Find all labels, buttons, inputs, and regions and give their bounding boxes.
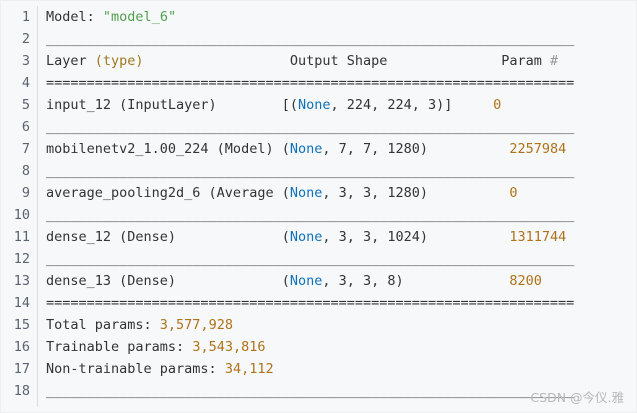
line-number: 3 bbox=[21, 53, 30, 69]
nontrainable-params-line: Non-trainable params: 34,112 bbox=[46, 358, 636, 380]
separator-line: ________________________________________… bbox=[46, 207, 575, 223]
trainable-params-line: Trainable params: 3,543,816 bbox=[46, 336, 636, 358]
line-number: 5 bbox=[21, 97, 30, 113]
table-row: input_12 (InputLayer) [(None, 224, 224, … bbox=[46, 94, 636, 116]
line-number: 4 bbox=[21, 75, 30, 91]
row-layer: dense_12 (Dense) bbox=[46, 229, 177, 245]
table-row: dense_12 (Dense) (None, 3, 3, 1024) 1311… bbox=[46, 226, 636, 248]
table-row: dense_13 (Dense) (None, 3, 3, 8) 8200 bbox=[46, 270, 636, 292]
row-shape-none: None bbox=[289, 185, 323, 201]
header-output-shape: Output Shape bbox=[289, 53, 388, 69]
row-shape-none: None bbox=[297, 97, 331, 113]
row-shape-none: None bbox=[289, 273, 323, 289]
header-line: Layer (type) Output Shape Param # bbox=[46, 50, 636, 72]
row-layer: average_pooling2d_6 (Average bbox=[46, 185, 274, 201]
row-shape-rest: , 224, 224, 3)] bbox=[330, 97, 453, 113]
line-number: 2 bbox=[21, 31, 30, 47]
line-number: 9 bbox=[21, 185, 30, 201]
row-shape-open: ( bbox=[281, 229, 290, 245]
header-type: (type) bbox=[94, 53, 144, 69]
row-shape-open: ( bbox=[281, 141, 290, 157]
row-shape-rest: , 3, 3, 8) bbox=[322, 273, 404, 289]
code-content: Model: "model_6" _______________________… bbox=[46, 6, 636, 402]
row-shape-open: ( bbox=[281, 185, 290, 201]
row-param: 0 bbox=[493, 97, 502, 113]
line-number-gutter: 1 2 3 4 5 6 7 8 9 10 11 12 13 14 15 16 1… bbox=[1, 6, 38, 407]
line-number: 1 bbox=[21, 9, 30, 25]
nontrainable-params-value: 34,112 bbox=[224, 361, 274, 377]
total-params-line: Total params: 3,577,928 bbox=[46, 314, 636, 336]
table-row: mobilenetv2_1.00_224 (Model) (None, 7, 7… bbox=[46, 138, 636, 160]
total-params-label: Total params: bbox=[46, 317, 160, 333]
line-number: 7 bbox=[21, 141, 30, 157]
row-shape-none: None bbox=[289, 229, 323, 245]
model-name: "model_6" bbox=[102, 9, 177, 25]
line-number: 14 bbox=[13, 295, 30, 311]
model-line: Model: "model_6" bbox=[46, 6, 636, 28]
total-params-value: 3,577,928 bbox=[159, 317, 233, 333]
line-number: 18 bbox=[13, 383, 30, 399]
line-number: 11 bbox=[13, 229, 30, 245]
row-shape-open: [( bbox=[281, 97, 298, 113]
separator-line: ________________________________________… bbox=[46, 31, 575, 47]
line-number: 15 bbox=[13, 317, 30, 333]
row-param: 2257984 bbox=[509, 141, 567, 157]
line-number: 16 bbox=[13, 339, 30, 355]
row-layer: input_12 (InputLayer) bbox=[46, 97, 217, 113]
line-number: 13 bbox=[13, 273, 30, 289]
separator-line: ________________________________________… bbox=[46, 163, 575, 179]
row-shape-rest: , 7, 7, 1280) bbox=[322, 141, 429, 157]
line-number: 8 bbox=[21, 163, 30, 179]
row-param: 0 bbox=[509, 185, 518, 201]
nontrainable-params-label: Non-trainable params: bbox=[46, 361, 225, 377]
code-block: 1 2 3 4 5 6 7 8 9 10 11 12 13 14 15 16 1… bbox=[0, 0, 637, 413]
table-row: average_pooling2d_6 (Average (None, 3, 3… bbox=[46, 182, 636, 204]
separator-line: ________________________________________… bbox=[46, 119, 575, 135]
separator-line-double: ========================================… bbox=[46, 295, 575, 311]
row-shape-rest: , 3, 3, 1024) bbox=[322, 229, 429, 245]
row-layer: mobilenetv2_1.00_224 (Model) bbox=[46, 141, 274, 157]
header-param: Param bbox=[501, 53, 542, 69]
header-hash: # bbox=[550, 53, 559, 69]
line-number: 12 bbox=[13, 251, 30, 267]
line-number: 17 bbox=[13, 361, 30, 377]
model-label: Model: bbox=[46, 9, 95, 25]
row-shape-rest: , 3, 3, 1280) bbox=[322, 185, 429, 201]
row-param: 1311744 bbox=[509, 229, 567, 245]
separator-line: ________________________________________… bbox=[46, 251, 575, 267]
row-layer: dense_13 (Dense) bbox=[46, 273, 177, 289]
row-param: 8200 bbox=[509, 273, 542, 289]
row-shape-none: None bbox=[289, 141, 323, 157]
trainable-params-value: 3,543,816 bbox=[192, 339, 266, 355]
line-number: 6 bbox=[21, 119, 30, 135]
header-layer: Layer bbox=[46, 53, 87, 69]
trainable-params-label: Trainable params: bbox=[46, 339, 193, 355]
row-shape-open: ( bbox=[281, 273, 290, 289]
watermark: CSDN @今仪.雅 bbox=[530, 390, 624, 405]
separator-line-double: ========================================… bbox=[46, 75, 575, 91]
line-number: 10 bbox=[13, 207, 30, 223]
